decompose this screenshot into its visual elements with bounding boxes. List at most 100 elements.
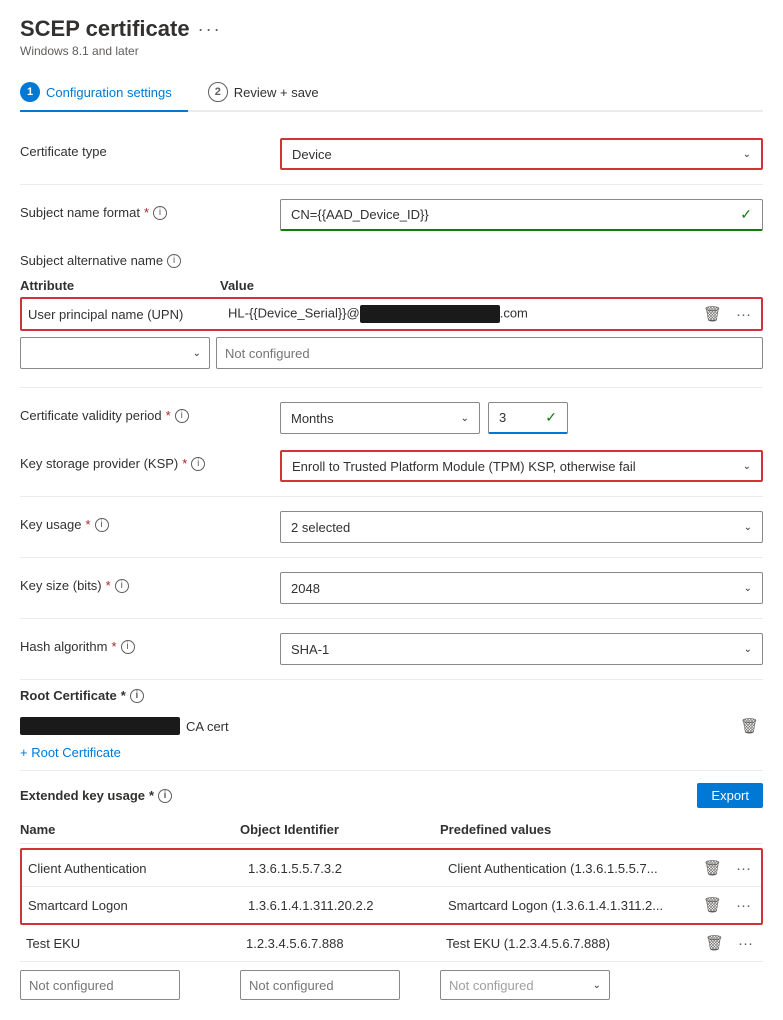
eku-header-row: Extended key usage * i Export <box>20 783 763 808</box>
eku-smartcard-more[interactable]: ··· <box>732 894 755 916</box>
key-usage-info-icon[interactable]: i <box>95 518 109 532</box>
san-add-attr-dropdown[interactable]: ⌄ <box>20 337 210 369</box>
subject-name-dropdown[interactable]: CN={{AAD_Device_ID}} ✓ <box>280 199 763 231</box>
export-button[interactable]: Export <box>697 783 763 808</box>
cert-type-control: Device ⌄ <box>280 138 763 170</box>
eku-info-icon[interactable]: i <box>158 789 172 803</box>
tab-review[interactable]: 2 Review + save <box>208 74 335 112</box>
validity-number-input[interactable]: 3 ✓ <box>488 402 568 434</box>
san-val-header: Value <box>220 278 763 293</box>
tab-configuration[interactable]: 1 Configuration settings <box>20 74 188 112</box>
tab-1-circle: 1 <box>20 82 40 102</box>
hash-algorithm-chevron-icon: ⌄ <box>744 644 752 655</box>
eku-add-oid-input[interactable] <box>240 970 400 1000</box>
hash-algorithm-row: Hash algorithm * i SHA-1 ⌄ <box>20 625 763 673</box>
san-upn-row: User principal name (UPN) HL-{{Device_Se… <box>20 297 763 331</box>
eku-test-eku-more[interactable]: ··· <box>734 932 757 954</box>
key-usage-chevron-icon: ⌄ <box>744 522 752 533</box>
eku-add-oid-cell <box>240 970 440 1000</box>
validity-row: Certificate validity period * i Months ⌄… <box>20 394 763 442</box>
key-usage-dropdown[interactable]: 2 selected ⌄ <box>280 511 763 543</box>
hash-algorithm-label: Hash algorithm * i <box>20 633 280 654</box>
ksp-dropdown[interactable]: Enroll to Trusted Platform Module (TPM) … <box>280 450 763 482</box>
key-size-dropdown[interactable]: 2048 ⌄ <box>280 572 763 604</box>
subject-name-format-control: CN={{AAD_Device_ID}} ✓ <box>280 199 763 231</box>
root-cert-row: CA cert 🗑 <box>20 711 763 741</box>
san-add-row: ⌄ <box>20 337 763 369</box>
validity-unit-dropdown[interactable]: Months ⌄ <box>280 402 480 434</box>
ksp-info-icon[interactable]: i <box>191 457 205 471</box>
san-row: Subject alternative name i Attribute Val… <box>20 239 763 377</box>
ellipsis-menu-button[interactable]: ··· <box>198 19 222 40</box>
hash-algorithm-dropdown[interactable]: SHA-1 ⌄ <box>280 633 763 665</box>
eku-table-header: Name Object Identifier Predefined values <box>20 816 763 844</box>
key-size-label: Key size (bits) * i <box>20 572 280 593</box>
eku-test-eku-delete[interactable]: 🗑 <box>701 932 728 954</box>
subject-name-info-icon[interactable]: i <box>153 206 167 220</box>
key-size-row: Key size (bits) * i 2048 ⌄ <box>20 564 763 612</box>
eku-add-name-input[interactable] <box>20 970 180 1000</box>
eku-row-smartcard: Smartcard Logon 1.3.6.1.4.1.311.20.2.2 S… <box>22 887 761 923</box>
eku-add-pred-cell: Not configured ⌄ <box>440 970 763 1000</box>
cert-type-row: Certificate type Device ⌄ <box>20 130 763 178</box>
eku-required: * <box>149 788 154 803</box>
hash-algorithm-info-icon[interactable]: i <box>121 640 135 654</box>
eku-row-client-auth: Client Authentication 1.3.6.1.5.5.7.3.2 … <box>22 850 761 887</box>
eku-section: Extended key usage * i Export Name Objec… <box>20 783 763 1004</box>
eku-smartcard-oid: 1.3.6.1.4.1.311.20.2.2 <box>248 898 448 913</box>
subject-name-required: * <box>144 205 149 220</box>
ksp-chevron-icon: ⌄ <box>743 461 751 472</box>
subject-name-check-icon: ✓ <box>740 206 752 223</box>
validity-inputs: Months ⌄ 3 ✓ <box>280 402 763 434</box>
validity-label: Certificate validity period * i <box>20 402 280 423</box>
eku-test-eku-name: Test EKU <box>26 936 246 951</box>
tab-config-label: Configuration settings <box>46 85 172 100</box>
san-attr-header: Attribute <box>20 278 220 293</box>
page-title: SCEP certificate <box>20 16 190 42</box>
add-root-cert-link[interactable]: + Root Certificate <box>20 745 121 760</box>
root-cert-required: * <box>121 688 126 703</box>
hash-algorithm-required: * <box>111 639 116 654</box>
validity-required: * <box>166 408 171 423</box>
san-more-button[interactable]: ··· <box>732 304 755 325</box>
key-usage-control: 2 selected ⌄ <box>280 511 763 543</box>
san-label: Subject alternative name i <box>20 247 280 274</box>
root-cert-section: Root Certificate * i CA cert 🗑 + Root Ce… <box>20 688 763 760</box>
key-usage-row: Key usage * i 2 selected ⌄ <box>20 503 763 551</box>
tab-review-label: Review + save <box>234 85 319 100</box>
eku-test-eku-actions: 🗑 ··· <box>701 932 757 954</box>
eku-smartcard-delete[interactable]: 🗑 <box>699 894 726 916</box>
root-cert-name: CA cert <box>20 717 229 735</box>
san-upn-attr: User principal name (UPN) <box>28 307 228 322</box>
eku-client-auth-name: Client Authentication <box>28 861 248 876</box>
key-size-control: 2048 ⌄ <box>280 572 763 604</box>
cert-type-dropdown[interactable]: Device ⌄ <box>280 138 763 170</box>
eku-client-auth-delete[interactable]: 🗑 <box>699 857 726 879</box>
root-cert-delete-button[interactable]: 🗑 <box>736 715 763 737</box>
tabs-row: 1 Configuration settings 2 Review + save <box>20 74 763 112</box>
eku-add-name-cell <box>20 970 240 1000</box>
validity-control: Months ⌄ 3 ✓ <box>280 402 763 434</box>
redacted-email-domain <box>360 305 500 323</box>
eku-smartcard-name: Smartcard Logon <box>28 898 248 913</box>
subject-name-format-row: Subject name format * i CN={{AAD_Device_… <box>20 191 763 239</box>
root-cert-info-icon[interactable]: i <box>130 689 144 703</box>
san-row-actions: 🗑 ··· <box>699 303 755 325</box>
eku-client-auth-more[interactable]: ··· <box>732 857 755 879</box>
san-add-chevron-icon: ⌄ <box>193 348 201 359</box>
subject-name-format-label: Subject name format * i <box>20 199 280 220</box>
key-size-info-icon[interactable]: i <box>115 579 129 593</box>
eku-client-auth-pred: Client Authentication (1.3.6.1.5.5.7... <box>448 861 699 876</box>
eku-client-auth-actions: 🗑 ··· <box>699 857 755 879</box>
validity-info-icon[interactable]: i <box>175 409 189 423</box>
key-usage-required: * <box>85 517 90 532</box>
eku-add-pred-dropdown[interactable]: Not configured ⌄ <box>440 970 610 1000</box>
san-add-value-input[interactable] <box>216 337 763 369</box>
san-info-icon[interactable]: i <box>167 254 181 268</box>
eku-smartcard-pred: Smartcard Logon (1.3.6.1.4.1.311.2... <box>448 898 699 913</box>
eku-client-auth-oid: 1.3.6.1.5.5.7.3.2 <box>248 861 448 876</box>
eku-add-row: Not configured ⌄ <box>20 966 763 1004</box>
eku-col-pred-header: Predefined values <box>440 822 763 837</box>
eku-col-name-header: Name <box>20 822 240 837</box>
san-delete-button[interactable]: 🗑 <box>699 303 726 325</box>
